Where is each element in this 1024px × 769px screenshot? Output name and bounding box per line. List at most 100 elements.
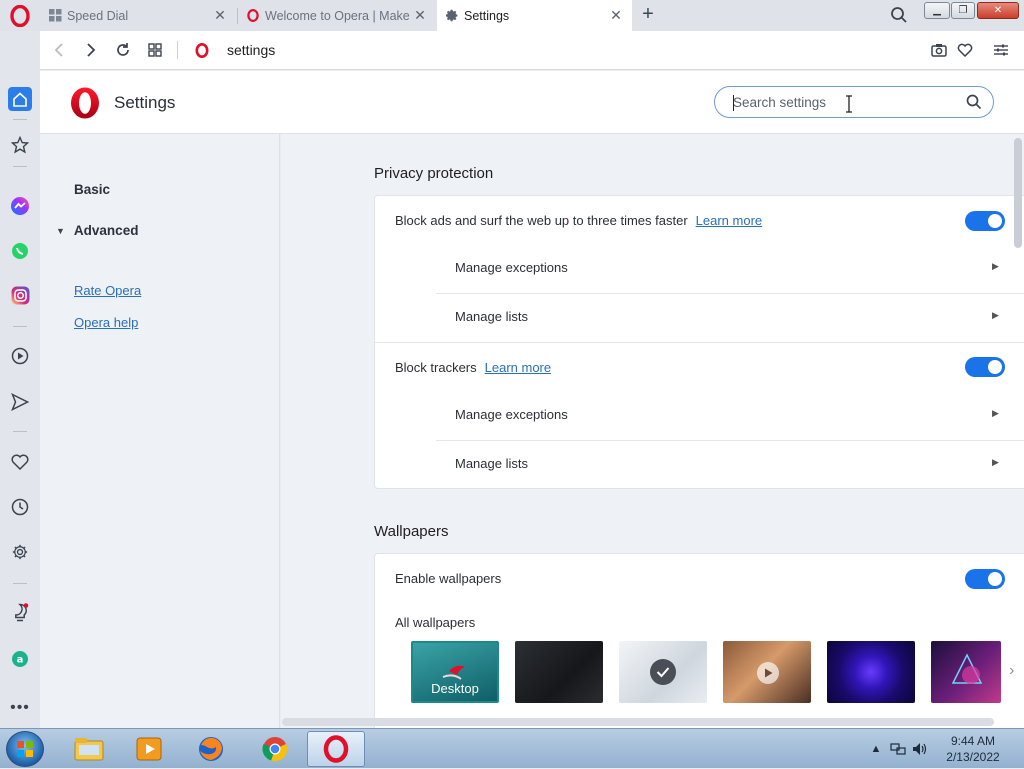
bookmarks-heart-icon[interactable]	[8, 450, 32, 474]
wallpaper-neon[interactable]	[931, 641, 1001, 703]
my-flow-icon[interactable]	[8, 390, 32, 414]
trackers-manage-lists-row[interactable]: Manage lists ▶	[436, 440, 1024, 489]
tabs-overview-button[interactable]	[144, 39, 166, 61]
start-button[interactable]	[6, 731, 44, 767]
opera-taskbar-icon[interactable]	[307, 731, 365, 767]
trackers-manage-exceptions-row[interactable]: Manage exceptions ▶	[436, 391, 1024, 440]
search-settings-box[interactable]	[714, 86, 994, 118]
messenger-icon[interactable]	[8, 194, 32, 218]
block-trackers-learn-more-link[interactable]: Learn more	[485, 360, 551, 375]
close-tab-icon[interactable]: ✕	[212, 7, 228, 24]
easy-setup-icon[interactable]	[991, 40, 1011, 60]
forward-icon	[87, 43, 96, 57]
rate-opera-link[interactable]: Rate Opera	[74, 283, 141, 298]
wallpaper-video-scene[interactable]	[723, 641, 811, 703]
manage-lists-label: Manage lists	[455, 309, 528, 324]
whatsapp-icon[interactable]	[8, 239, 32, 263]
bookmark-heart-icon[interactable]	[955, 40, 975, 60]
tab-settings[interactable]: Settings ✕	[437, 0, 632, 31]
block-ads-toggle[interactable]	[965, 211, 1005, 231]
opera-logo-icon	[68, 86, 102, 120]
opera-sidebar: a •••	[0, 31, 40, 728]
search-settings-input[interactable]	[733, 93, 953, 111]
toggle-knob	[988, 360, 1002, 374]
wallpaper-desktop[interactable]: Desktop	[411, 641, 499, 703]
url-text[interactable]: settings	[227, 42, 275, 58]
arrow-right-icon: ▶	[992, 457, 999, 467]
gallery-next-icon[interactable]: ›	[1009, 662, 1014, 680]
block-ads-label: Block ads and surf the web up to three t…	[395, 213, 688, 228]
all-wallpapers-label: All wallpapers	[395, 615, 476, 630]
vertical-scrollbar[interactable]	[1014, 138, 1022, 248]
media-player-icon[interactable]	[120, 731, 178, 767]
page-title: Settings	[114, 93, 176, 112]
wallpaper-neon-art	[951, 653, 983, 684]
lightbulb-icon[interactable]	[8, 601, 32, 625]
grid-icon	[148, 43, 162, 57]
wallpaper-gallery: Desktop	[411, 641, 1011, 703]
opera-help-link[interactable]: Opera help	[74, 315, 138, 330]
pinboard-icon[interactable]	[8, 133, 32, 157]
minimize-button[interactable]: ▁	[924, 2, 950, 19]
settings-gear-icon[interactable]	[8, 540, 32, 564]
windows-taskbar: ▲ 9:44 AM 2/13/2022	[0, 728, 1024, 768]
opera-logo-icon	[10, 4, 30, 27]
history-clock-icon[interactable]	[8, 495, 32, 519]
forward-button[interactable]	[80, 39, 102, 61]
settings-navigation: Basic ▼ Advanced Rate Opera Opera help	[40, 134, 280, 728]
search-icon[interactable]	[966, 94, 984, 112]
nav-advanced[interactable]: ▼ Advanced	[56, 223, 138, 238]
close-tab-icon[interactable]: ✕	[412, 7, 428, 24]
privacy-section-title: Privacy protection	[374, 165, 494, 182]
home-icon[interactable]	[8, 87, 32, 111]
show-hidden-icons-icon[interactable]: ▲	[868, 741, 884, 757]
enable-wallpapers-toggle[interactable]	[965, 569, 1005, 589]
clock-time: 9:44 AM	[950, 734, 996, 748]
opera-icon	[246, 9, 260, 23]
ads-manage-exceptions-row[interactable]: Manage exceptions ▶	[436, 244, 1024, 293]
tab-search-icon[interactable]	[890, 6, 910, 26]
tab-welcome[interactable]: Welcome to Opera | Make ✕	[238, 0, 436, 31]
system-clock[interactable]: 9:44 AM 2/13/2022	[938, 733, 1008, 765]
wallpaper-light[interactable]	[619, 641, 707, 703]
instagram-icon[interactable]	[8, 283, 32, 307]
new-tab-button[interactable]: +	[638, 4, 658, 26]
horizontal-scrollbar[interactable]	[282, 718, 994, 726]
snapshot-icon[interactable]	[929, 40, 949, 60]
firefox-icon[interactable]	[182, 731, 240, 767]
triangle-down-icon: ▼	[56, 225, 65, 236]
toggle-knob	[988, 214, 1002, 228]
close-tab-icon[interactable]: ✕	[608, 7, 624, 24]
block-trackers-toggle[interactable]	[965, 357, 1005, 377]
sidebar-divider	[13, 431, 27, 432]
sidebar-divider	[13, 119, 27, 120]
opera-menu-button[interactable]	[0, 0, 40, 31]
block-ads-learn-more-link[interactable]: Learn more	[696, 213, 762, 228]
nav-basic[interactable]: Basic	[74, 182, 110, 197]
wallpaper-dark[interactable]	[515, 641, 603, 703]
aria-icon[interactable]: a	[8, 647, 32, 671]
back-button[interactable]	[48, 39, 70, 61]
tab-strip: Speed Dial ✕ Welcome to Opera | Make ✕ S…	[0, 0, 1024, 31]
volume-icon[interactable]	[912, 741, 928, 757]
divider	[375, 342, 1024, 343]
clock-date: 2/13/2022	[946, 750, 1000, 764]
selected-check-icon	[650, 659, 676, 685]
site-opera-icon[interactable]	[192, 40, 212, 60]
close-window-button[interactable]: ✕	[977, 2, 1019, 19]
restore-button[interactable]: ❐	[951, 2, 975, 19]
network-icon[interactable]	[890, 741, 906, 757]
wallpaper-purple-swirl[interactable]	[827, 641, 915, 703]
more-dots-icon[interactable]: •••	[8, 696, 32, 720]
windows-explorer-icon[interactable]	[60, 731, 118, 767]
tab-speed-dial[interactable]: Speed Dial ✕	[40, 0, 236, 31]
settings-content: Privacy protection Block ads and surf th…	[281, 134, 1024, 728]
settings-header: Settings	[40, 71, 1024, 134]
player-icon[interactable]	[8, 344, 32, 368]
chrome-icon[interactable]	[246, 731, 304, 767]
arrow-right-icon: ▶	[992, 310, 999, 320]
block-trackers-row: Block trackers Learn more	[395, 360, 551, 375]
ads-manage-lists-row[interactable]: Manage lists ▶	[436, 293, 1024, 342]
sidebar-divider	[13, 166, 27, 167]
reload-button[interactable]	[112, 39, 134, 61]
